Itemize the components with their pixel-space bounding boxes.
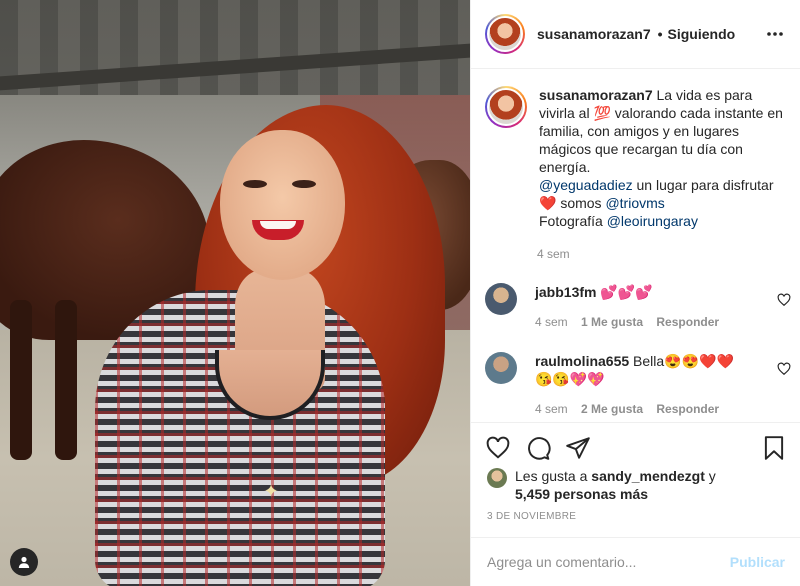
heart-emoji: ❤️ xyxy=(539,195,557,211)
post-header: susanamorazan7 • Siguiendo xyxy=(471,0,800,69)
likes-prefix: Les gusta a xyxy=(515,468,592,484)
photo-teeth xyxy=(260,221,296,229)
likes-user-link[interactable]: sandy_mendezgt xyxy=(591,468,705,484)
photo-horse-leg xyxy=(10,300,32,460)
caption-line: Fotografía xyxy=(539,213,607,229)
header-separator: • xyxy=(657,26,663,42)
comment-likes[interactable]: 2 Me gusta xyxy=(581,402,643,416)
comment-input[interactable] xyxy=(487,554,730,570)
list-item: jabb13fm 💕💕💕 4 sem 1 Me gusta Responder xyxy=(485,283,791,331)
avatar[interactable] xyxy=(487,468,507,488)
caption-username[interactable]: susanamorazan7 xyxy=(539,87,653,103)
heart-icon[interactable] xyxy=(777,362,791,376)
bookmark-icon[interactable] xyxy=(761,435,787,461)
avatar[interactable] xyxy=(485,283,517,315)
action-bar xyxy=(471,422,800,472)
post-sidebar: susanamorazan7 • Siguiendo susanamorazan… xyxy=(470,0,800,586)
user-tag-icon[interactable] xyxy=(10,548,38,576)
caption-avatar[interactable] xyxy=(485,86,527,128)
post-date[interactable]: 3 DE NOVIEMBRE xyxy=(487,511,576,522)
avatar[interactable] xyxy=(485,14,525,54)
caption-line: somos xyxy=(556,195,606,211)
comment-likes[interactable]: 1 Me gusta xyxy=(581,315,643,329)
publish-button[interactable]: Publicar xyxy=(730,554,785,570)
comment-username[interactable]: jabb13fm xyxy=(535,284,596,300)
caption: susanamorazan7 La vida es para vivirla a… xyxy=(485,86,791,230)
photo-eye xyxy=(292,180,316,188)
caption-timestamp[interactable]: 4 sem xyxy=(537,247,570,261)
comment-timestamp[interactable]: 4 sem xyxy=(535,402,568,416)
list-item: raulmolina655 Bella😍😍❤️❤️😘😘💖💖 4 sem 2 Me… xyxy=(485,352,791,418)
emoji-100: 💯 xyxy=(593,105,611,121)
comment-actions: 4 sem 1 Me gusta Responder xyxy=(535,313,745,331)
caption-text: susanamorazan7 La vida es para vivirla a… xyxy=(539,86,789,230)
mention-link[interactable]: @yeguadadiez xyxy=(539,177,633,193)
mention-link[interactable]: @triovms xyxy=(605,195,664,211)
photo-horse-leg xyxy=(55,300,77,460)
likes-text: Les gusta a sandy_mendezgt y 5,459 perso… xyxy=(515,467,716,503)
reply-button[interactable]: Responder xyxy=(656,315,719,329)
comment-body: jabb13fm 💕💕💕 4 sem 1 Me gusta Responder xyxy=(535,283,745,331)
heart-icon[interactable] xyxy=(485,435,511,461)
more-horizontal-icon[interactable] xyxy=(763,22,787,46)
comment-timestamp[interactable]: 4 sem xyxy=(535,315,568,329)
comment-icon[interactable] xyxy=(525,435,551,461)
reply-button[interactable]: Responder xyxy=(656,402,719,416)
comment-text: 💕💕💕 xyxy=(596,284,653,300)
likes-count-link[interactable]: 5,459 personas más xyxy=(515,486,648,502)
header-username[interactable]: susanamorazan7 xyxy=(537,26,651,42)
likes-joiner: y xyxy=(704,468,716,484)
comment-form: Publicar xyxy=(471,537,800,586)
mention-link[interactable]: @leoirungaray xyxy=(607,213,698,229)
photo-eye xyxy=(243,180,267,188)
avatar[interactable] xyxy=(485,352,517,384)
comment-actions: 4 sem 2 Me gusta Responder xyxy=(535,400,745,418)
caption-line: un lugar para disfrutar xyxy=(632,177,774,193)
photo-face xyxy=(220,130,345,280)
likes-summary: Les gusta a sandy_mendezgt y 5,459 perso… xyxy=(487,467,787,503)
heart-icon[interactable] xyxy=(777,293,791,307)
comment-body: raulmolina655 Bella😍😍❤️❤️😘😘💖💖 4 sem 2 Me… xyxy=(535,352,745,418)
following-button[interactable]: Siguiendo xyxy=(668,26,736,42)
share-icon[interactable] xyxy=(565,435,591,461)
comment-username[interactable]: raulmolina655 xyxy=(535,353,629,369)
photo-necklace-pendant: ✦ xyxy=(263,481,279,501)
post-photo[interactable]: ✦ xyxy=(0,0,470,586)
